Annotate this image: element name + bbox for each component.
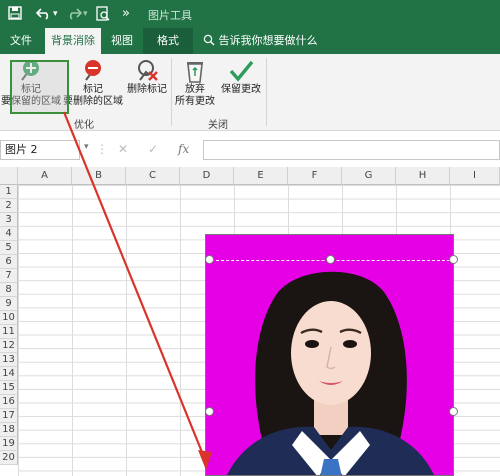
annotation-arrow [62,111,212,470]
